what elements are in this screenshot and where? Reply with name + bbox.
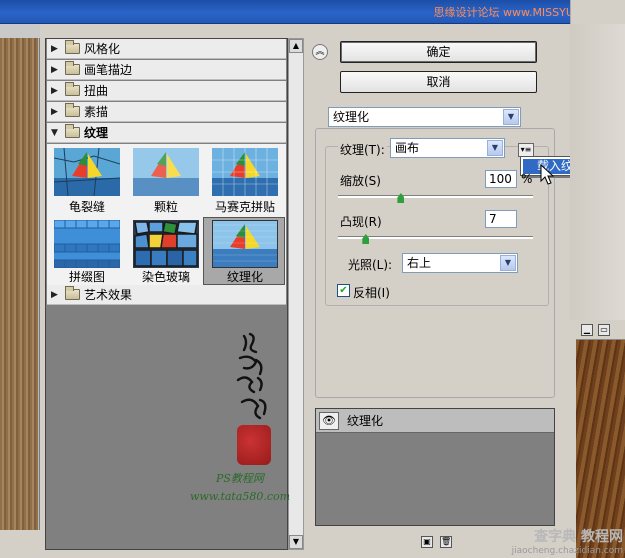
light-select[interactable]: 右上 ▼ bbox=[402, 253, 518, 273]
chevron-down-icon[interactable]: ▼ bbox=[487, 140, 503, 156]
thumb-patchwork[interactable] bbox=[53, 219, 121, 269]
ps-watermark: PS教程网 bbox=[216, 472, 264, 485]
scroll-up-icon[interactable]: ▲ bbox=[289, 39, 303, 53]
thumb-label: 染色玻璃 bbox=[141, 270, 190, 284]
category-texture[interactable]: ▼ 纹理 bbox=[47, 123, 286, 143]
folder-icon bbox=[65, 61, 80, 75]
texture-menu-icon[interactable]: ▾≡ bbox=[518, 143, 534, 157]
category-stylize[interactable]: ▶ 风格化 bbox=[47, 39, 286, 59]
effect-layer-row[interactable]: 👁 纹理化 bbox=[316, 409, 554, 433]
expand-triangle-icon[interactable]: ▶ bbox=[51, 65, 61, 75]
filter-select[interactable]: 纹理化 ▼ bbox=[328, 107, 521, 127]
background-window-titlebar: ▁ ▭ bbox=[576, 320, 625, 340]
category-label: 艺术效果 bbox=[84, 288, 133, 302]
folder-icon bbox=[65, 103, 80, 117]
filter-select-value: 纹理化 bbox=[333, 110, 370, 124]
category-artistic[interactable]: ▶ 艺术效果 bbox=[47, 285, 286, 305]
scale-input[interactable]: 100 bbox=[485, 170, 517, 188]
invert-label: 反相(I) bbox=[353, 286, 390, 300]
preview-panel[interactable]: ▶ bbox=[0, 24, 40, 552]
thumb-label: 颗粒 bbox=[153, 200, 178, 214]
relief-label: 凸现(R) bbox=[340, 215, 382, 229]
corner-watermark-url: jiaocheng.chazidian.com bbox=[511, 546, 623, 556]
expand-triangle-icon[interactable]: ▶ bbox=[51, 44, 61, 54]
category-label: 素描 bbox=[84, 105, 109, 119]
calligraphy-art bbox=[236, 332, 267, 420]
cancel-button[interactable]: 取消 bbox=[340, 71, 537, 93]
title-bar: 思缘设计论坛 www.MISSYUAN.COM bbox=[0, 0, 625, 24]
thumb-label: 龟裂缝 bbox=[68, 200, 105, 214]
new-layer-icon[interactable]: ▣ bbox=[421, 536, 433, 548]
eye-icon[interactable]: 👁 bbox=[319, 411, 339, 430]
texture-label: 纹理(T): bbox=[338, 141, 387, 158]
scale-label: 缩放(S) bbox=[340, 174, 381, 188]
texture-select-value: 画布 bbox=[395, 141, 420, 155]
scroll-down-icon[interactable]: ▼ bbox=[289, 535, 303, 549]
ps-url-watermark: www.tata580.com bbox=[190, 490, 291, 503]
thumb-stained-glass[interactable] bbox=[133, 220, 199, 268]
thumb-grain[interactable] bbox=[133, 148, 199, 196]
category-distort[interactable]: ▶ 扭曲 bbox=[47, 81, 286, 101]
thumb-mosaic-tiles[interactable] bbox=[212, 148, 278, 196]
corner-watermark: 查字典 教程网 jiaocheng.chazidian.com bbox=[495, 530, 623, 556]
mouse-cursor-icon bbox=[540, 164, 554, 185]
folder-icon bbox=[65, 286, 80, 300]
corner-watermark-title: 查字典 教程网 bbox=[534, 529, 623, 545]
stained-glass-thumbnail-icon[interactable] bbox=[133, 220, 199, 268]
mosaic-tiles-thumbnail-icon[interactable] bbox=[212, 148, 278, 196]
patchwork-thumbnail-icon[interactable] bbox=[53, 219, 121, 269]
category-label: 扭曲 bbox=[84, 84, 109, 98]
restore-icon[interactable]: ▭ bbox=[598, 324, 610, 336]
invert-checkbox[interactable]: ✔ bbox=[337, 284, 350, 297]
grain-thumbnail-icon[interactable] bbox=[133, 148, 199, 196]
background-window-body bbox=[570, 24, 625, 320]
preview-header bbox=[0, 24, 40, 38]
chevron-down-icon[interactable]: ▼ bbox=[503, 109, 519, 125]
expand-triangle-icon[interactable]: ▶ bbox=[51, 86, 61, 96]
trash-icon[interactable]: 🗑 bbox=[440, 536, 452, 548]
folder-icon bbox=[65, 40, 80, 54]
light-select-value: 右上 bbox=[407, 256, 432, 270]
scale-unit: % bbox=[521, 172, 533, 186]
collapse-triangle-icon[interactable]: ▼ bbox=[51, 128, 61, 138]
minimize-icon[interactable]: ▁ bbox=[581, 324, 593, 336]
craquelure-thumbnail-icon[interactable] bbox=[53, 147, 121, 197]
double-chevron-up-icon[interactable]: ︽ bbox=[312, 44, 328, 60]
preview-image[interactable] bbox=[0, 38, 38, 552]
ok-button[interactable]: 确定 bbox=[340, 41, 537, 63]
light-label: 光照(L): bbox=[348, 258, 393, 272]
effect-layer-name: 纹理化 bbox=[347, 414, 384, 428]
folder-open-icon bbox=[65, 124, 80, 138]
thumb-craquelure[interactable] bbox=[53, 147, 121, 197]
category-label: 纹理 bbox=[84, 126, 109, 140]
chevron-down-icon[interactable]: ▼ bbox=[500, 255, 516, 271]
category-label: 画笔描边 bbox=[84, 63, 133, 77]
folder-icon bbox=[65, 82, 80, 96]
thumb-label: 马赛克拼贴 bbox=[214, 200, 275, 214]
expand-triangle-icon[interactable]: ▶ bbox=[51, 290, 61, 300]
category-label: 风格化 bbox=[84, 42, 121, 56]
thumb-texturizer-selected[interactable] bbox=[212, 220, 278, 268]
texturizer-thumbnail-icon[interactable] bbox=[213, 221, 277, 267]
relief-input[interactable]: 7 bbox=[485, 210, 517, 228]
effect-layers-panel: 👁 纹理化 bbox=[315, 408, 555, 526]
red-seal-stamp bbox=[237, 425, 271, 465]
preview-footer bbox=[0, 530, 40, 558]
scale-slider-track[interactable] bbox=[338, 195, 533, 198]
thumb-label: 纹理化 bbox=[226, 270, 263, 284]
thumb-label: 拼缀图 bbox=[68, 270, 105, 284]
expand-triangle-icon[interactable]: ▶ bbox=[51, 107, 61, 117]
category-brush-strokes[interactable]: ▶ 画笔描边 bbox=[47, 60, 286, 80]
category-sketch[interactable]: ▶ 素描 bbox=[47, 102, 286, 122]
calligraphy-watermark bbox=[226, 330, 286, 430]
texture-thumbnails: 龟裂缝 颗粒 马赛克拼贴 拼缀图 染色玻璃 纹理化 bbox=[47, 144, 286, 286]
texture-select[interactable]: 画布 ▼ bbox=[390, 138, 505, 158]
background-wood-image bbox=[576, 320, 625, 558]
